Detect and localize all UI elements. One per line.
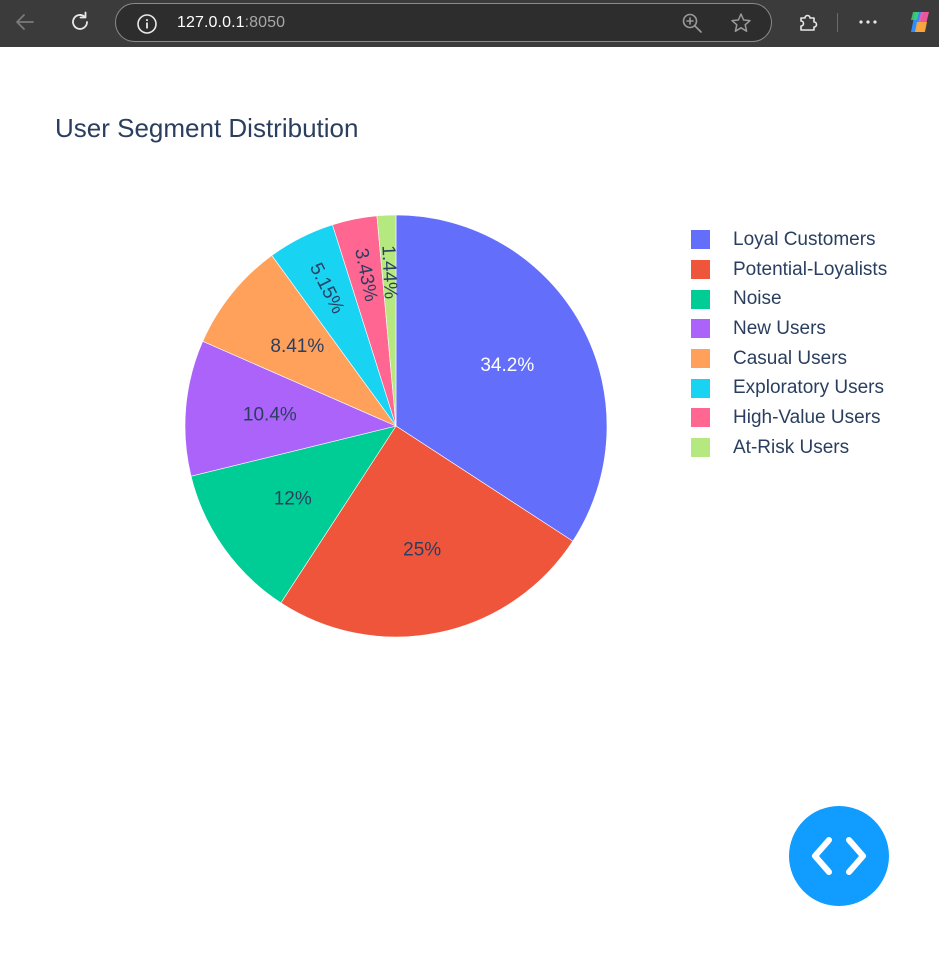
copilot-icon [911,12,929,32]
code-brackets-icon [812,837,866,875]
legend-item-exploratory-users[interactable]: Exploratory Users [691,373,936,403]
url-text[interactable]: 127.0.0.1:8050 [177,14,285,32]
browser-toolbar: 127.0.0.1:8050 [0,0,939,47]
arrow-left-icon [16,14,34,30]
toolbar-separator [837,13,838,32]
legend-item-potential-loyalists[interactable]: Potential-Loyalists [691,255,936,285]
legend-label: Potential-Loyalists [733,258,888,280]
zoom-in-icon[interactable] [681,12,703,34]
copilot-button[interactable] [904,6,936,38]
legend-item-high-value-users[interactable]: High-Value Users [691,403,936,433]
back-button[interactable] [9,6,41,38]
reload-icon [72,11,88,30]
legend-swatch [691,408,710,428]
pie-label-at-risk-users: 1.44% [377,245,400,300]
page-content: User Segment Distribution 34.2% 25% 12% 10.… [0,47,939,957]
legend-label: Loyal Customers [733,228,876,250]
legend-item-at-risk-users[interactable]: At-Risk Users [691,433,936,463]
pie-label-loyal-customers: 34.2% [480,355,534,376]
legend-label: Casual Users [733,347,848,369]
legend-swatch [691,319,710,339]
legend-label: High-Value Users [733,406,881,428]
address-bar[interactable]: 127.0.0.1:8050 [115,3,772,42]
legend-label: Noise [733,288,782,310]
menu-button[interactable] [852,6,884,38]
extensions-button[interactable] [792,6,824,38]
more-horizontal-icon [859,20,877,24]
puzzle-icon [800,14,818,31]
url-host: 127.0.0.1 [177,14,245,31]
legend-swatch [691,349,710,369]
pie-label-noise: 12% [274,489,312,510]
legend-item-loyal-customers[interactable]: Loyal Customers [691,225,936,255]
pie-label-casual-users: 8.41% [270,336,324,357]
url-port: :8050 [244,14,286,31]
pie-label-new-users: 10.4% [243,405,297,426]
legend-swatch [691,438,710,458]
legend-swatch [691,230,710,250]
legend-label: Exploratory Users [733,377,884,399]
info-icon[interactable] [136,13,158,35]
legend-label: At-Risk Users [733,436,850,458]
legend-item-noise[interactable]: Noise [691,284,936,314]
chart-legend: Loyal Customers Potential-Loyalists Noise N… [691,225,936,463]
legend-item-casual-users[interactable]: Casual Users [691,344,936,374]
legend-label: New Users [733,317,826,339]
pie-label-potential-loyalists: 25% [403,539,441,560]
legend-swatch [691,289,710,309]
star-icon[interactable] [730,12,752,34]
legend-swatch [691,260,710,280]
legend-item-new-users[interactable]: New Users [691,314,936,344]
dev-tools-button[interactable] [789,806,889,906]
legend-swatch [691,378,710,398]
reload-button[interactable] [64,6,96,38]
